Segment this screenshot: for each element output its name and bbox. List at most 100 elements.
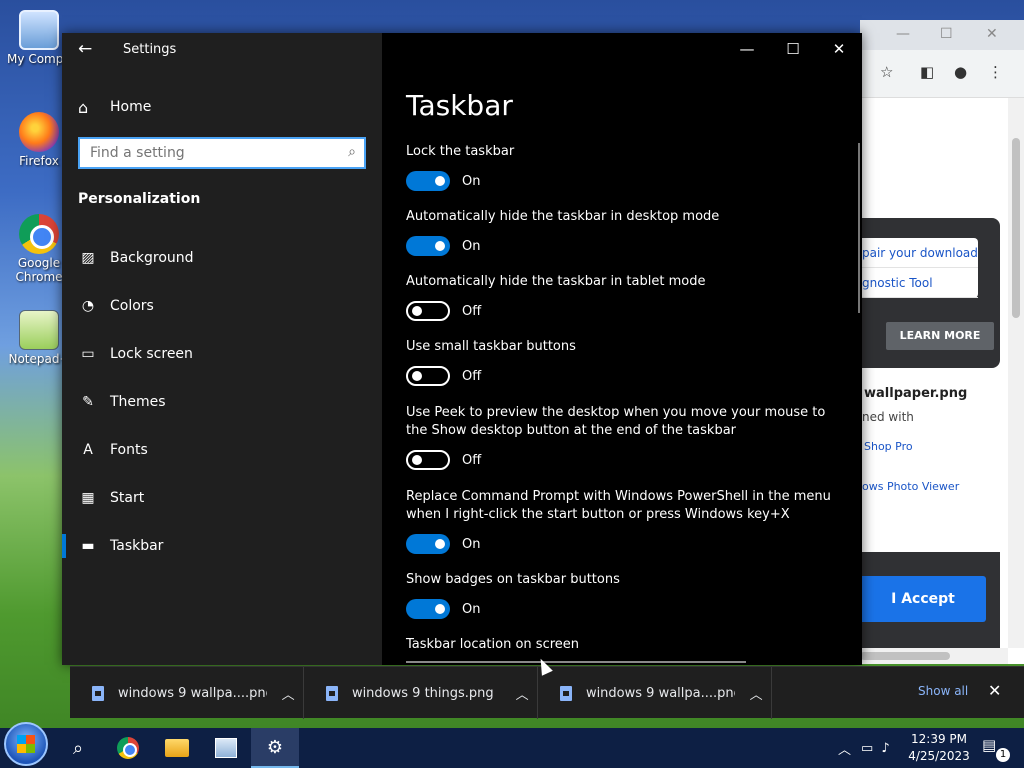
file-icon: [326, 685, 338, 701]
nav-item-label: Lock screen: [110, 346, 193, 362]
search-icon[interactable]: ⌕: [348, 144, 356, 160]
setting-autohide-tablet: Automatically hide the taskbar in tablet…: [406, 273, 836, 321]
app-title: Settings: [123, 42, 177, 57]
firefox-icon: [19, 112, 59, 152]
vertical-scrollbar[interactable]: [1008, 98, 1024, 648]
image-icon: ▨: [81, 250, 95, 266]
location-dropdown[interactable]: [406, 661, 746, 665]
horizontal-scrollbar[interactable]: [860, 648, 1008, 664]
notepad-plus-icon: [19, 310, 59, 350]
maximize-icon[interactable]: ☐: [940, 26, 953, 42]
back-arrow-icon[interactable]: ←: [78, 39, 98, 59]
home-label: Home: [110, 99, 152, 115]
clock-date: 4/25/2023: [908, 749, 970, 763]
toggle-switch[interactable]: [406, 301, 450, 321]
nav-item-themes[interactable]: ✎ Themes: [62, 382, 382, 422]
star-icon[interactable]: ☆: [880, 63, 893, 81]
close-icon[interactable]: ✕: [986, 26, 998, 42]
setting-label: Use Peek to preview the desktop when you…: [406, 405, 826, 438]
nav-item-lock-screen[interactable]: ▭ Lock screen: [62, 334, 382, 374]
nav-item-fonts[interactable]: A Fonts: [62, 430, 382, 470]
kebab-menu-icon[interactable]: ⋮: [988, 63, 1003, 81]
download-item[interactable]: windows 9 wallpa....png ︿: [538, 667, 772, 719]
network-icon[interactable]: ▭: [861, 741, 873, 756]
learn-more-button[interactable]: LEARN MORE: [886, 322, 994, 350]
clock-time: 12:39 PM: [911, 732, 967, 746]
taskbar-notepad[interactable]: [202, 728, 250, 768]
toggle-switch[interactable]: [406, 366, 450, 386]
file-title: wallpaper.png: [864, 386, 968, 401]
close-button[interactable]: ✕: [816, 37, 862, 61]
download-filename: windows 9 wallpa....png: [585, 685, 736, 701]
toggle-state: Off: [462, 368, 482, 384]
toggle-state: Off: [462, 452, 482, 468]
ad-links: pair your download gnostic Tool: [860, 238, 978, 298]
scroll-thumb[interactable]: [1012, 138, 1020, 318]
taskbar: ⌕ ⚙ ︿ ▭ ♪ 12:39 PM 4/25/2023 ▤ 1: [0, 722, 1024, 768]
opened-with-text: ned with: [862, 410, 914, 424]
nav-item-taskbar[interactable]: ▬ Taskbar: [62, 526, 382, 566]
consent-panel: I Accept: [860, 552, 1000, 652]
download-item[interactable]: windows 9 things.png ︿: [304, 667, 538, 719]
taskbar-explorer[interactable]: [153, 728, 201, 768]
search-box[interactable]: ⌕: [78, 137, 366, 169]
taskbar-icon: ▬: [81, 538, 95, 554]
scroll-thumb[interactable]: [860, 652, 950, 660]
toggle-switch[interactable]: [406, 599, 450, 619]
sidebar-icon[interactable]: ◧: [920, 63, 934, 81]
content-scrollbar[interactable]: [858, 143, 860, 313]
download-item[interactable]: windows 9 wallpa....png ︿: [70, 667, 304, 719]
chevron-up-icon[interactable]: ︿: [273, 684, 303, 703]
volume-icon[interactable]: ♪: [881, 741, 889, 756]
search-input[interactable]: [80, 139, 330, 167]
page-title: Taskbar: [406, 89, 513, 122]
nav-item-start[interactable]: ▦ Start: [62, 478, 382, 518]
toggle-switch[interactable]: [406, 534, 450, 554]
nav-item-label: Themes: [110, 394, 166, 410]
file-icon: [560, 685, 572, 701]
download-bar: windows 9 wallpa....png ︿ windows 9 thin…: [70, 666, 1024, 719]
setting-powershell: Replace Command Prompt with Windows Powe…: [406, 488, 836, 554]
nav-item-background[interactable]: ▨ Background: [62, 238, 382, 278]
file-icon: [92, 685, 104, 701]
profile-icon[interactable]: ●: [954, 63, 967, 81]
toggle-state: On: [462, 601, 481, 617]
computer-icon: [19, 10, 59, 50]
setting-label: Automatically hide the taskbar in deskto…: [406, 209, 720, 224]
start-icon: ▦: [81, 490, 95, 506]
notepad-icon: [215, 738, 237, 758]
palette-icon: ◔: [81, 298, 95, 314]
minimize-button[interactable]: —: [724, 37, 770, 61]
search-button[interactable]: ⌕: [54, 728, 102, 768]
toggle-state: On: [462, 238, 481, 254]
app-link-paintshop[interactable]: Shop Pro: [864, 440, 913, 453]
setting-badges: Show badges on taskbar buttons On: [406, 571, 836, 619]
ad-link-diagnostic[interactable]: gnostic Tool: [860, 268, 978, 298]
fonts-icon: A: [83, 442, 93, 458]
chevron-up-icon[interactable]: ︿: [741, 684, 771, 703]
section-title: Personalization: [78, 191, 201, 207]
app-link-photo-viewer[interactable]: ows Photo Viewer: [862, 480, 959, 493]
chevron-up-icon[interactable]: ︿: [507, 684, 537, 703]
maximize-button[interactable]: ☐: [770, 37, 816, 61]
settings-window: ← Settings ⌂ Home ⌕ Personalization ▨ Ba…: [62, 33, 862, 665]
clock[interactable]: 12:39 PM 4/25/2023: [902, 731, 976, 765]
taskbar-chrome[interactable]: [104, 728, 152, 768]
toggle-switch[interactable]: [406, 171, 450, 191]
minimize-icon[interactable]: —: [896, 26, 910, 42]
close-icon[interactable]: ✕: [988, 681, 1001, 700]
notification-icon[interactable]: ▤ 1: [982, 736, 1010, 762]
chevron-up-icon[interactable]: ︿: [838, 739, 851, 758]
start-button[interactable]: [4, 722, 48, 766]
setting-label: Automatically hide the taskbar in tablet…: [406, 274, 706, 289]
home-link[interactable]: ⌂ Home: [78, 95, 151, 119]
taskbar-settings[interactable]: ⚙: [251, 728, 299, 768]
accept-button[interactable]: I Accept: [860, 576, 986, 622]
show-all-link[interactable]: Show all: [918, 684, 968, 698]
toggle-switch[interactable]: [406, 236, 450, 256]
toggle-switch[interactable]: [406, 450, 450, 470]
ad-panel: pair your download gnostic Tool LEARN MO…: [860, 218, 1000, 368]
ad-link-repair[interactable]: pair your download: [860, 238, 978, 268]
nav-item-label: Colors: [110, 298, 154, 314]
nav-item-colors[interactable]: ◔ Colors: [62, 286, 382, 326]
